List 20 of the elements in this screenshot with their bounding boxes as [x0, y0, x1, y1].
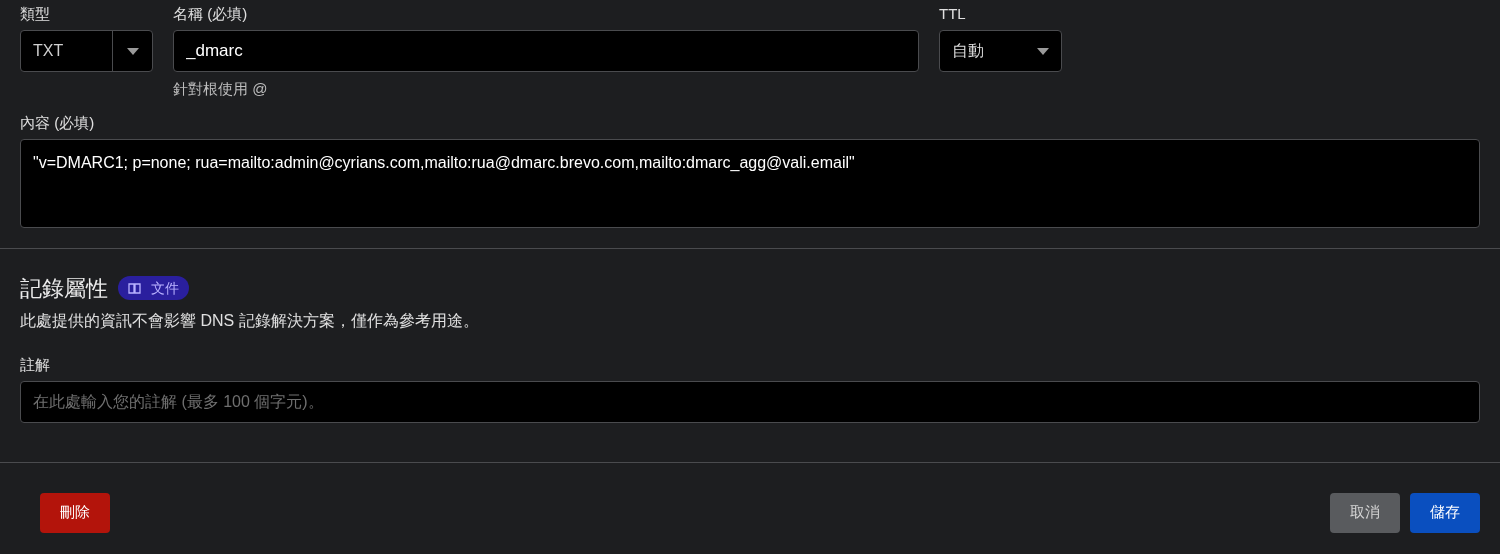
field-hint: 針對根使用 @ [173, 79, 269, 99]
docs-link[interactable]: 文件 [118, 276, 189, 300]
name-field[interactable]: _dmarc [173, 30, 919, 72]
field-label: 名稱 (必填) [173, 4, 249, 24]
caret-icon [1037, 47, 1049, 55]
section-description: 此處提供的資訊不會影響 DNS 記錄解決方案，僅作為參考用途。 [20, 310, 480, 331]
section-title: 記錄屬性 [20, 274, 108, 303]
delete-button[interactable]: 刪除 [40, 492, 110, 533]
cancel-button[interactable]: 取消 [1330, 492, 1400, 533]
type-select[interactable]: TXT [20, 30, 153, 72]
caret-icon [126, 47, 139, 55]
comment-field[interactable]: 在此處輸入您的註解 (最多 100 個字元)。 [20, 380, 1480, 423]
ttl-select[interactable]: 自動 [939, 30, 1062, 72]
content-field[interactable]: "v=DMARC1; p=none; rua=mailto:admin@cyrians.com,mailto:rua@dmarc.brevo.com,mailto:dmarc_agg@vali.email" [20, 138, 1480, 228]
field-label: TTL [939, 4, 967, 24]
book-icon [128, 282, 141, 294]
save-button[interactable]: 儲存 [1410, 492, 1480, 533]
field-label: 類型 [20, 4, 51, 24]
field-label: 註解 [20, 354, 51, 375]
field-label: 內容 (必填) [20, 112, 96, 133]
